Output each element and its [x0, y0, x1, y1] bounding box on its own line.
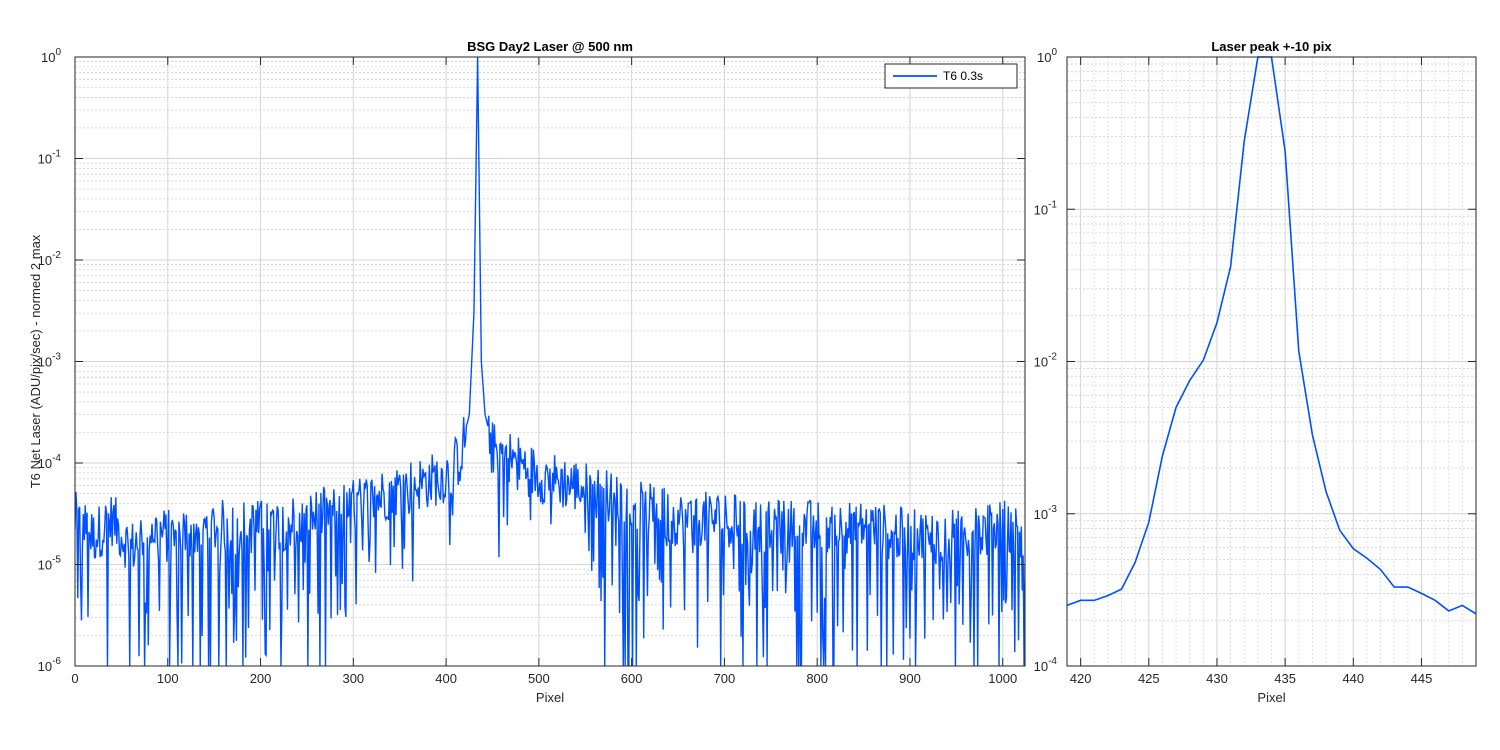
y-tick-label: 10-6 — [38, 656, 62, 674]
main-y-axis-label: T6 Net Laser (ADU/pix/sec) - normed 2 ma… — [28, 234, 43, 488]
zoom-x-axis-label: Pixel — [1257, 690, 1285, 705]
x-tick-label: 435 — [1274, 671, 1296, 686]
main-spectrum-panel: 0 100 200 300 400 500 600 700 800 900 1000 10-6 10-5… — [28, 39, 1026, 705]
figure: 0 100 200 300 400 500 600 700 800 900 1000 10-6 10-5… — [28, 39, 1477, 705]
x-tick-label: 400 — [435, 671, 457, 686]
y-tick-label: 10-1 — [38, 149, 62, 167]
x-tick-label: 425 — [1138, 671, 1160, 686]
y-tick-label: 10-1 — [1034, 199, 1058, 217]
legend-entry-label: T6 0.3s — [943, 69, 983, 83]
x-tick-label: 800 — [806, 671, 828, 686]
peak-zoom-panel: 420 425 430 435 440 445 10-4 10-3 10-2 10-1 100 La… — [1034, 39, 1477, 705]
y-tick-label: 10-2 — [1034, 352, 1058, 370]
y-tick-label: 10-4 — [1034, 656, 1058, 674]
main-x-axis-label: Pixel — [536, 690, 564, 705]
x-tick-label: 0 — [71, 671, 78, 686]
x-tick-label: 440 — [1342, 671, 1364, 686]
y-tick-label: 100 — [41, 47, 61, 65]
main-title: BSG Day2 Laser @ 500 nm — [467, 39, 633, 54]
zoom-ticks: 420 425 430 435 440 445 10-4 10-3 10-2 10-1 100 — [1034, 47, 1476, 686]
legend: T6 0.3s — [884, 63, 1018, 89]
x-tick-label: 445 — [1411, 671, 1433, 686]
zoom-title: Laser peak +-10 pix — [1211, 39, 1332, 54]
x-tick-label: 500 — [528, 671, 550, 686]
x-tick-label: 600 — [621, 671, 643, 686]
x-tick-label: 200 — [250, 671, 272, 686]
y-tick-label: 100 — [1037, 47, 1057, 65]
y-tick-label: 10-5 — [38, 555, 62, 573]
x-tick-label: 100 — [157, 671, 179, 686]
x-tick-label: 300 — [342, 671, 364, 686]
x-tick-label: 700 — [714, 671, 736, 686]
x-tick-label: 420 — [1070, 671, 1092, 686]
x-tick-label: 430 — [1206, 671, 1228, 686]
x-tick-label: 900 — [899, 671, 921, 686]
y-tick-label: 10-3 — [1034, 504, 1058, 522]
x-tick-label: 1000 — [988, 671, 1017, 686]
